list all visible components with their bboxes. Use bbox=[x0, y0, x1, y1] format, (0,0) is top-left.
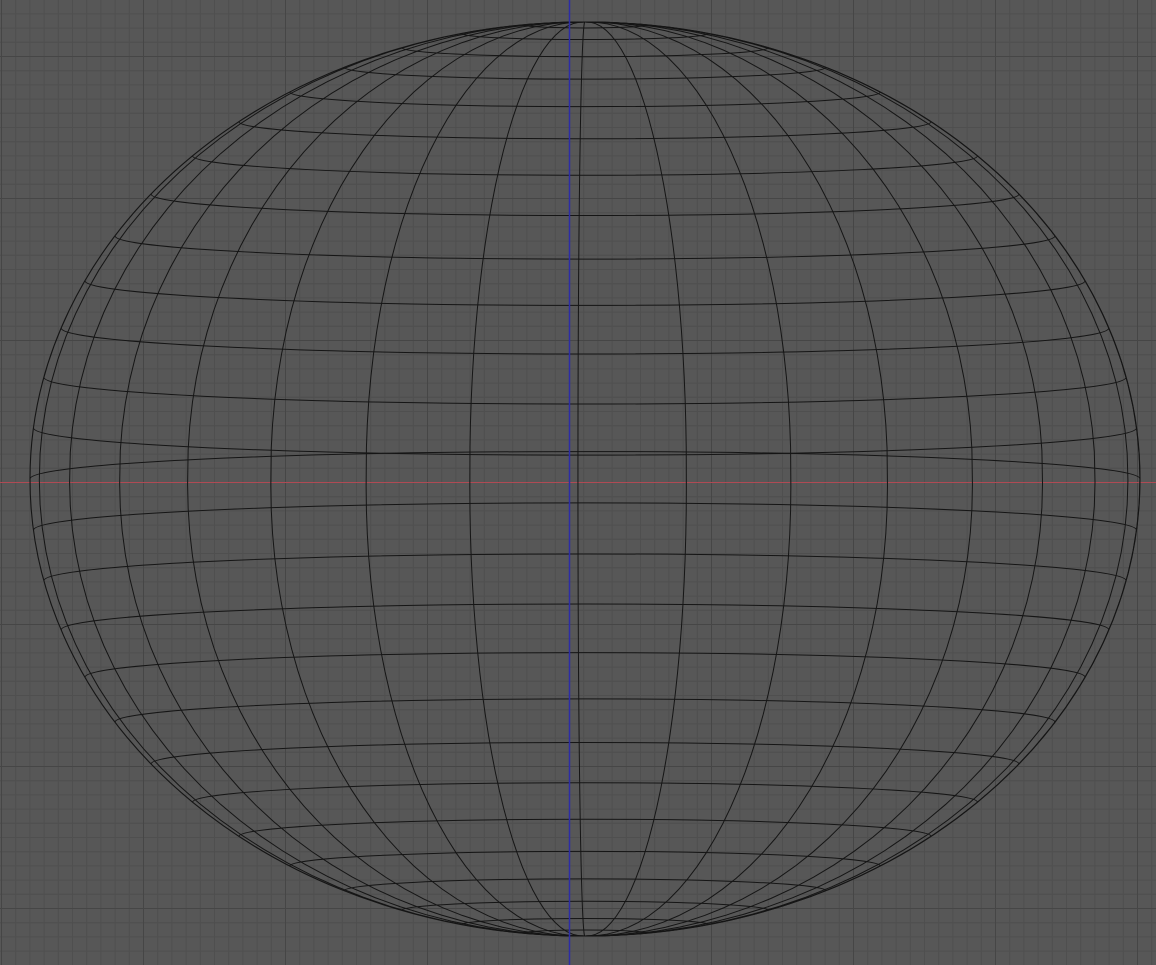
viewport-canvas[interactable] bbox=[0, 0, 1156, 965]
3d-viewport[interactable] bbox=[0, 0, 1156, 965]
